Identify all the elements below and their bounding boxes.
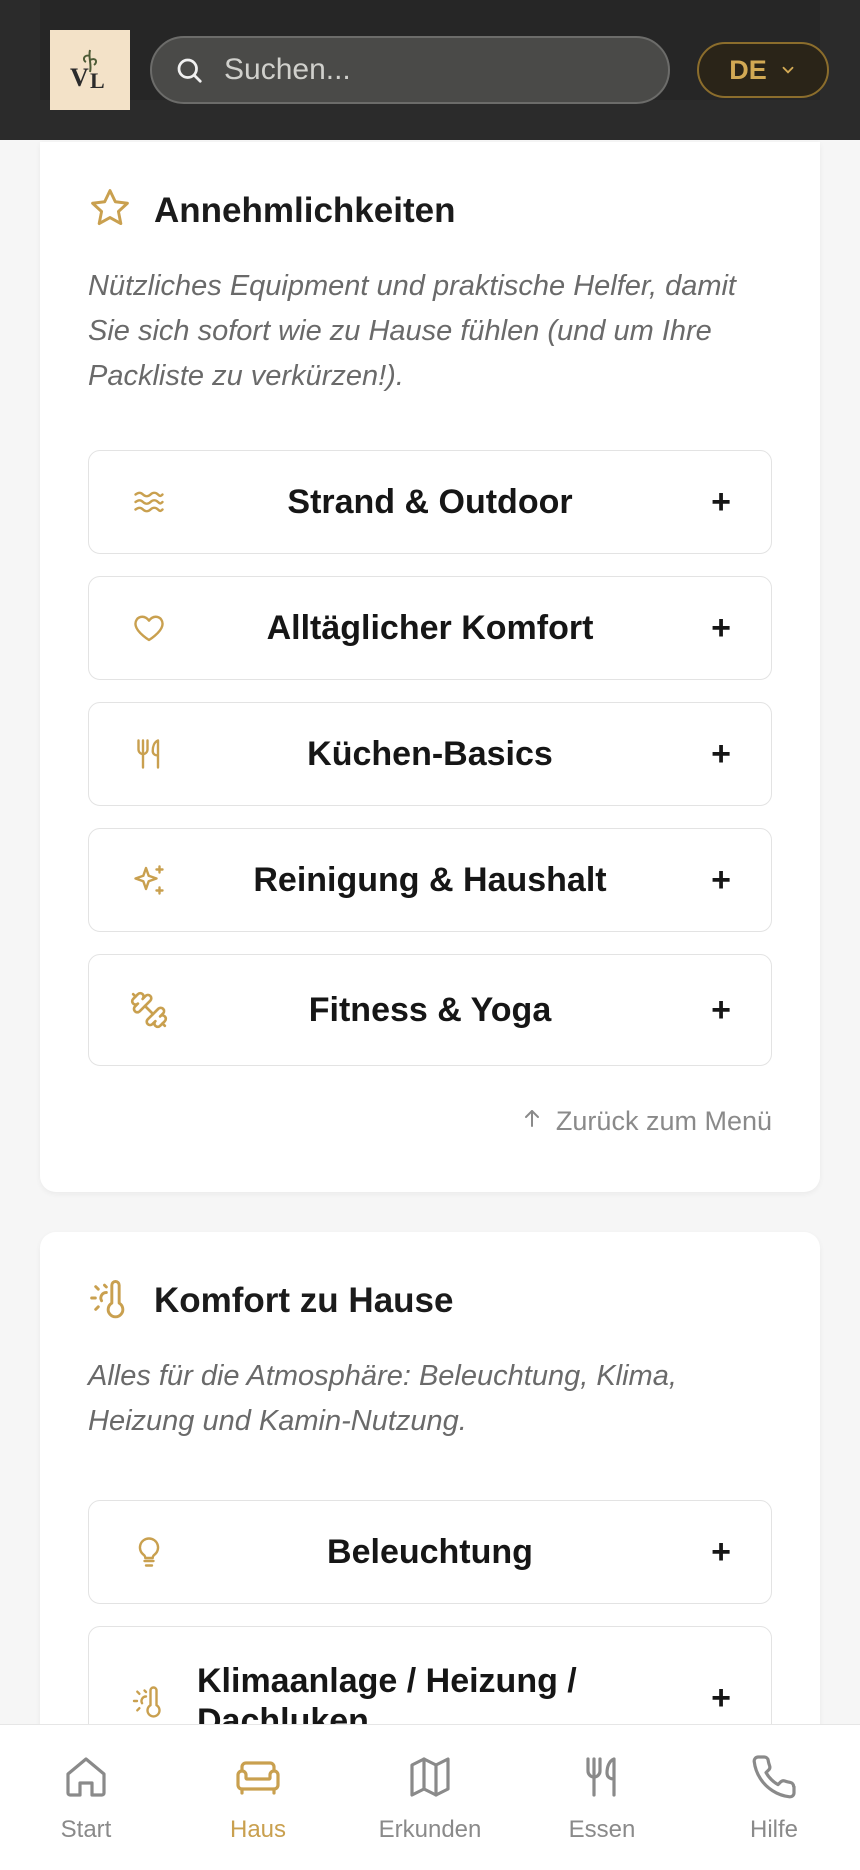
logo-mark-icon: V L <box>70 49 105 93</box>
svg-text:L: L <box>90 68 105 93</box>
comfort-header: Komfort zu Hause <box>88 1276 453 1325</box>
sparkles-icon <box>129 860 169 900</box>
search-bar[interactable] <box>150 36 670 104</box>
nav-label: Erkunden <box>378 1816 482 1843</box>
language-selector[interactable]: DE <box>697 42 829 98</box>
thermometer-sun-icon <box>88 1276 132 1325</box>
accordion-everyday-comfort[interactable]: Alltäglicher Komfort + <box>88 576 772 680</box>
expand-plus-icon: + <box>711 482 731 521</box>
accordion-kitchen-basics[interactable]: Küchen-Basics + <box>88 702 772 806</box>
arrow-up-icon <box>520 1106 544 1137</box>
section-title: Komfort zu Hause <box>154 1280 454 1320</box>
expand-plus-icon: + <box>711 608 731 647</box>
nav-item-erkunden[interactable]: Erkunden <box>344 1725 516 1870</box>
chevron-down-icon <box>779 55 797 86</box>
accordion-beach-outdoor[interactable]: Strand & Outdoor + <box>88 450 772 554</box>
amenities-header: Annehmlichkeiten <box>88 186 455 235</box>
svg-text:V: V <box>70 63 89 92</box>
accordion-label: Fitness & Yoga <box>308 990 552 1029</box>
thermometer-sun-icon <box>129 1681 169 1721</box>
nav-label: Essen <box>568 1816 636 1843</box>
utensils-icon <box>578 1753 626 1806</box>
utensils-icon <box>129 734 169 774</box>
phone-icon <box>750 1753 798 1806</box>
section-description: Nützliches Equipment und praktische Helf… <box>88 270 736 392</box>
expand-plus-icon: + <box>711 1532 731 1571</box>
nav-item-start[interactable]: Start <box>0 1725 172 1870</box>
top-bar: V L DE <box>0 0 860 140</box>
nav-item-haus[interactable]: Haus <box>172 1725 344 1870</box>
search-icon <box>174 54 206 86</box>
accordion-label: Beleuchtung <box>327 1532 533 1571</box>
expand-plus-icon: + <box>711 860 731 899</box>
accordion-label: Küchen-Basics <box>307 734 553 773</box>
section-description: Alles für die Atmosphäre: Beleuchtung, K… <box>88 1360 677 1437</box>
accordion-lighting[interactable]: Beleuchtung + <box>88 1500 772 1604</box>
sofa-icon <box>234 1753 282 1806</box>
back-link-label: Zurück zum Menü <box>555 1106 772 1136</box>
map-icon <box>406 1753 454 1806</box>
home-icon <box>62 1753 110 1806</box>
dumbbell-icon <box>129 990 169 1030</box>
lightbulb-icon <box>129 1532 169 1572</box>
nav-label: Start <box>60 1816 112 1843</box>
nav-item-essen[interactable]: Essen <box>516 1725 688 1870</box>
star-icon <box>88 186 132 235</box>
accordion-cleaning-household[interactable]: Reinigung & Haushalt + <box>88 828 772 932</box>
expand-plus-icon: + <box>711 734 731 773</box>
amenities-card: Annehmlichkeiten Nützliches Equipment un… <box>40 142 820 1192</box>
accordion-fitness-yoga[interactable]: Fitness & Yoga + <box>88 954 772 1066</box>
search-input[interactable] <box>224 53 644 87</box>
language-label: DE <box>729 54 767 85</box>
section-title: Annehmlichkeiten <box>154 190 456 230</box>
logo[interactable]: V L <box>50 30 130 110</box>
expand-plus-icon: + <box>711 1679 731 1717</box>
accordion-label: Reinigung & Haushalt <box>253 860 607 899</box>
bottom-nav: Start Haus Erkunden Essen Hilfe <box>0 1724 860 1870</box>
accordion-label: Strand & Outdoor <box>287 482 573 521</box>
expand-plus-icon: + <box>711 990 731 1029</box>
heart-icon <box>129 608 169 648</box>
nav-item-hilfe[interactable]: Hilfe <box>688 1725 860 1870</box>
nav-label: Hilfe <box>749 1816 798 1843</box>
waves-icon <box>129 482 169 522</box>
nav-label: Haus <box>229 1816 287 1843</box>
accordion-label: Alltäglicher Komfort <box>266 608 594 647</box>
back-to-menu-link[interactable]: Zurück zum Menü <box>520 1106 772 1137</box>
